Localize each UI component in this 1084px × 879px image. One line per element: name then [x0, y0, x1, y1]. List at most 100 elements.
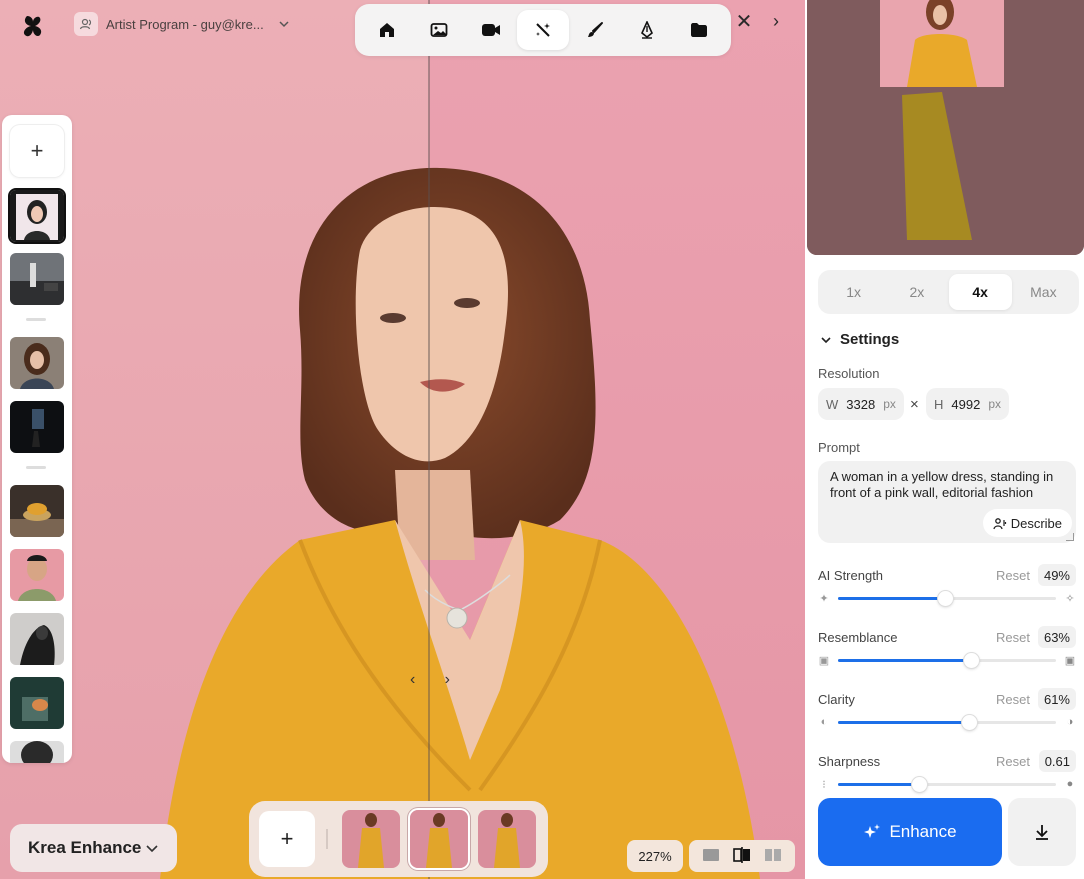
single-view-button[interactable] — [702, 848, 720, 865]
history-thumbnail[interactable] — [10, 613, 64, 665]
scale-tab-4x[interactable]: 4x — [948, 274, 1012, 310]
width-field[interactable]: W 3328 px — [818, 388, 904, 420]
brush-icon — [588, 22, 603, 37]
chevron-right-icon[interactable]: › — [768, 10, 784, 32]
times-symbol: × — [910, 396, 919, 413]
side-by-side-button[interactable] — [764, 848, 782, 865]
sharpness-min-icon: ⁝ — [822, 778, 826, 791]
ai-strength-slider-row: AI Strength Reset 49% ✦ ✧ — [818, 564, 1076, 618]
resemblance-max-icon: ▣ — [1064, 654, 1076, 667]
resemblance-reset-button[interactable]: Reset — [996, 630, 1030, 645]
resize-handle-icon[interactable] — [1066, 533, 1074, 541]
chevron-down-icon — [146, 845, 158, 853]
height-value: 4992 — [951, 396, 981, 412]
video-button[interactable] — [465, 10, 517, 50]
side-by-side-icon — [765, 848, 782, 861]
sharpness-fill — [838, 783, 919, 786]
download-button[interactable] — [1008, 798, 1076, 866]
ai-strength-fill — [838, 597, 945, 600]
sparkles-icon — [864, 824, 881, 838]
resemblance-value[interactable]: 63% — [1037, 626, 1076, 648]
add-image-button[interactable]: + — [10, 125, 64, 177]
ai-strength-min-icon: ✦ — [819, 592, 829, 605]
model-selector[interactable]: Krea Enhance — [10, 824, 177, 872]
sharpness-label: Sharpness — [818, 754, 881, 769]
chevron-down-icon — [279, 21, 289, 28]
krea-logo-icon[interactable] — [22, 14, 44, 38]
history-sidebar: + — [2, 115, 72, 763]
pen-nib-icon — [641, 21, 653, 39]
enhance-button[interactable]: Enhance — [818, 798, 1002, 866]
assets-button[interactable] — [673, 10, 725, 50]
resemblance-handle[interactable] — [963, 653, 979, 668]
ai-strength-slider[interactable] — [838, 591, 1056, 606]
prompt-input[interactable]: A woman in a yellow dress, standing in f… — [818, 461, 1076, 543]
scale-tab-max[interactable]: Max — [1012, 274, 1075, 310]
scale-tab-2x[interactable]: 2x — [885, 274, 948, 310]
enhance-panel: 1x 2x 4x Max Settings Resolution W 3328 px … — [805, 0, 1084, 879]
history-thumbnail[interactable] — [10, 253, 64, 305]
home-button[interactable] — [361, 10, 413, 50]
split-view-button[interactable] — [733, 846, 751, 866]
compare-handle[interactable]: ‹ › — [410, 668, 450, 692]
ai-strength-reset-button[interactable]: Reset — [996, 568, 1030, 583]
resemblance-label: Resemblance — [818, 630, 898, 645]
zoom-level[interactable]: 227% — [627, 840, 683, 872]
width-value: 3328 — [846, 396, 876, 412]
strip-divider — [326, 829, 328, 849]
history-thumbnail[interactable] — [10, 549, 64, 601]
sharpness-slider[interactable] — [838, 777, 1056, 792]
resemblance-slider-row: Resemblance Reset 63% ▣ ▣ — [818, 626, 1076, 680]
brush-button[interactable] — [569, 10, 621, 50]
compare-divider[interactable] — [428, 0, 430, 879]
variant-thumbnail[interactable] — [342, 810, 400, 868]
ai-strength-handle[interactable] — [937, 591, 953, 606]
clarity-reset-button[interactable]: Reset — [996, 692, 1030, 707]
image-button[interactable] — [413, 10, 465, 50]
download-icon — [1036, 825, 1048, 840]
clarity-slider[interactable] — [838, 715, 1056, 730]
account-switcher[interactable]: Artist Program - guy@kre... — [74, 12, 290, 36]
close-icon[interactable]: ✕ — [736, 10, 753, 33]
resolution-label: Resolution — [818, 366, 880, 381]
sharpness-reset-button[interactable]: Reset — [996, 754, 1030, 769]
add-variant-button[interactable]: + — [259, 811, 315, 867]
variant-thumbnail[interactable] — [410, 810, 468, 868]
resemblance-fill — [838, 659, 971, 662]
ai-strength-max-icon: ✧ — [1065, 592, 1075, 605]
model-label: Krea Enhance — [28, 838, 142, 857]
home-icon — [380, 23, 394, 37]
ai-strength-value[interactable]: 49% — [1037, 564, 1076, 586]
sharpness-handle[interactable] — [911, 777, 927, 792]
clarity-label: Clarity — [818, 692, 855, 707]
account-label: Artist Program - guy@kre... — [106, 16, 264, 32]
image-canvas[interactable]: ‹ › — [0, 0, 805, 879]
history-thumbnail[interactable] — [10, 485, 64, 537]
prompt-label: Prompt — [818, 440, 860, 455]
chevron-left-icon: ‹ — [410, 671, 416, 688]
clarity-handle[interactable] — [961, 715, 977, 730]
image-icon — [430, 23, 448, 37]
pen-button[interactable] — [621, 10, 673, 50]
describe-button[interactable]: Describe — [982, 509, 1072, 537]
history-thumbnail[interactable] — [10, 677, 64, 729]
settings-toggle[interactable]: Settings — [820, 331, 899, 348]
height-field[interactable]: H 4992 px — [926, 388, 1009, 420]
history-thumbnail[interactable] — [10, 741, 64, 763]
variant-thumbnail[interactable] — [478, 810, 536, 868]
history-thumbnail[interactable] — [10, 401, 64, 453]
history-separator — [26, 466, 46, 469]
height-key: H — [934, 396, 944, 412]
prompt-text: A woman in a yellow dress, standing in f… — [830, 469, 1054, 500]
resemblance-slider[interactable] — [838, 653, 1056, 668]
navigator-preview[interactable] — [807, 0, 1084, 255]
sharpness-value[interactable]: 0.61 — [1038, 750, 1076, 772]
history-thumbnail[interactable] — [10, 190, 64, 242]
width-unit: px — [883, 397, 896, 411]
scale-tab-1x[interactable]: 1x — [822, 274, 885, 310]
sharpness-max-icon: ● — [1066, 778, 1074, 790]
video-icon — [482, 24, 500, 36]
history-thumbnail[interactable] — [10, 337, 64, 389]
enhance-button[interactable] — [517, 10, 569, 50]
clarity-value[interactable]: 61% — [1037, 688, 1076, 710]
